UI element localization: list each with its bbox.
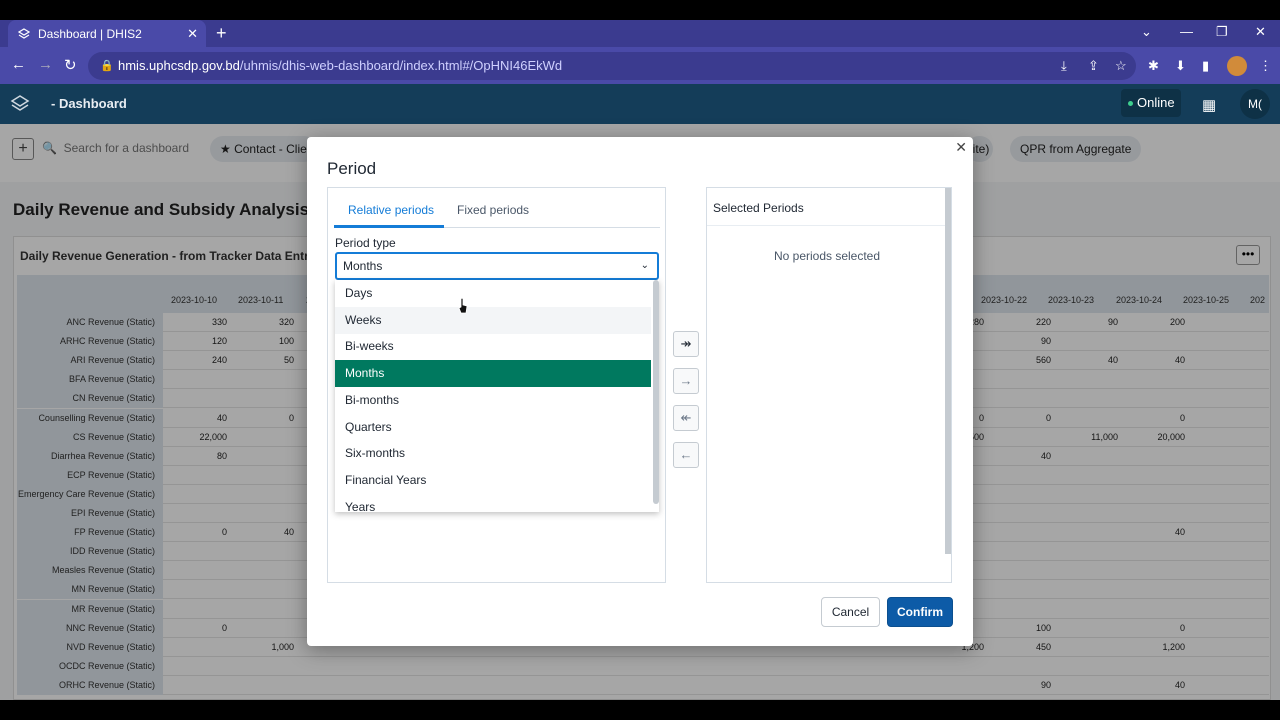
tab-fixed-periods[interactable]: Fixed periods — [457, 203, 529, 217]
profile-avatar[interactable] — [1227, 56, 1247, 76]
modal-close-icon[interactable]: ✕ — [955, 139, 967, 156]
window-close-icon[interactable]: ✕ — [1255, 24, 1266, 40]
dhis2-favicon-icon — [18, 27, 30, 39]
period-option[interactable]: Days — [335, 280, 651, 307]
modal-title: Period — [327, 159, 377, 178]
selected-scrollbar[interactable] — [945, 188, 951, 554]
confirm-button[interactable]: Confirm — [887, 597, 953, 627]
period-options-panel: Relative periods Fixed periods Period ty… — [327, 187, 666, 583]
divider — [707, 225, 951, 226]
period-option[interactable]: Bi-months — [335, 387, 651, 414]
browser-toolbar: ← → ↻ 🔒 hmis.uphcsdp.gov.bd/uhmis/dhis-w… — [0, 47, 1280, 84]
period-option[interactable]: Bi-weeks — [335, 333, 651, 360]
period-modal: Period ✕ Relative periods Fixed periods … — [307, 137, 973, 646]
share-icon[interactable]: ⇪ — [1088, 58, 1099, 74]
screen: Dashboard | DHIS2 ✕ + ⌄ — ❐ ✕ ← → ↻ 🔒 hm… — [0, 0, 1280, 720]
extensions-icon[interactable]: ✱ — [1148, 58, 1159, 74]
cancel-button[interactable]: Cancel — [821, 597, 880, 627]
select-all-button[interactable]: ↠ — [673, 331, 699, 357]
dropdown-scrollbar[interactable] — [653, 280, 659, 504]
period-type-value: Months — [343, 259, 383, 273]
active-tab-indicator — [334, 225, 444, 228]
dhis2-logo-icon[interactable] — [10, 94, 30, 114]
online-status: Online — [1121, 89, 1181, 117]
app-header: - Dashboard Online ▦ M( — [0, 84, 1280, 124]
period-type-dropdown: Days Weeks Bi-weeks Months Bi-months Quarters… — [335, 280, 659, 512]
selected-periods-panel: Selected Periods No periods selected — [706, 187, 952, 583]
selected-periods-title: Selected Periods — [713, 201, 804, 215]
address-bar[interactable]: 🔒 hmis.uphcsdp.gov.bd/uhmis/dhis-web-das… — [88, 52, 1136, 80]
tab-relative-periods[interactable]: Relative periods — [348, 203, 434, 217]
maximize-icon[interactable]: ❐ — [1216, 24, 1228, 40]
period-option[interactable]: Years — [335, 494, 651, 512]
select-one-button[interactable]: → — [673, 368, 699, 394]
period-option[interactable]: Six-months — [335, 440, 651, 467]
tab-close-icon[interactable]: ✕ — [187, 26, 198, 42]
install-icon[interactable]: ⤓ — [1061, 58, 1067, 74]
chevron-down-icon: ⌄ — [640, 260, 649, 271]
url-host: hmis.uphcsdp.gov.bd — [118, 58, 240, 73]
browser-tabbar: Dashboard | DHIS2 ✕ + ⌄ — ❐ ✕ — [0, 20, 1280, 47]
browser-tab-title: Dashboard | DHIS2 — [38, 26, 142, 41]
bookmark-star-icon[interactable]: ☆ — [1115, 58, 1127, 74]
period-type-select[interactable]: Months ⌄ — [335, 252, 659, 280]
new-tab-icon[interactable]: + — [216, 23, 227, 44]
lock-icon: 🔒 — [100, 60, 114, 72]
browser-tab[interactable]: Dashboard | DHIS2 ✕ — [8, 20, 206, 47]
period-option[interactable]: Financial Years — [335, 467, 651, 494]
reload-icon[interactable]: ↻ — [64, 56, 77, 74]
minimize-icon[interactable]: — — [1180, 24, 1193, 39]
period-type-label: Period type — [335, 236, 396, 250]
back-icon[interactable]: ← — [11, 56, 26, 73]
online-status-label: Online — [1137, 95, 1175, 110]
no-periods-message: No periods selected — [773, 249, 881, 263]
app-title: - Dashboard — [51, 96, 127, 111]
url-path: /uhmis/dhis-web-dashboard/index.html#/Op… — [239, 58, 563, 73]
period-option[interactable]: Quarters — [335, 414, 651, 441]
mouse-cursor-icon — [458, 298, 468, 314]
forward-icon[interactable]: → — [38, 56, 53, 73]
tab-search-icon[interactable]: ⌄ — [1141, 24, 1152, 40]
period-option[interactable]: Months — [335, 360, 651, 388]
browser-menu-icon[interactable]: ⋮ — [1259, 58, 1272, 74]
user-avatar[interactable]: M( — [1240, 89, 1270, 119]
deselect-all-button[interactable]: ↞ — [673, 405, 699, 431]
apps-grid-icon[interactable]: ▦ — [1202, 96, 1216, 114]
period-tabs: Relative periods Fixed periods — [334, 188, 660, 228]
downloads-icon[interactable]: ⬇ — [1175, 58, 1186, 74]
online-dot-icon — [1128, 101, 1133, 106]
period-option[interactable]: Weeks — [335, 306, 651, 334]
sidepanel-icon[interactable]: ▮ — [1202, 58, 1209, 74]
deselect-one-button[interactable]: ← — [673, 442, 699, 468]
